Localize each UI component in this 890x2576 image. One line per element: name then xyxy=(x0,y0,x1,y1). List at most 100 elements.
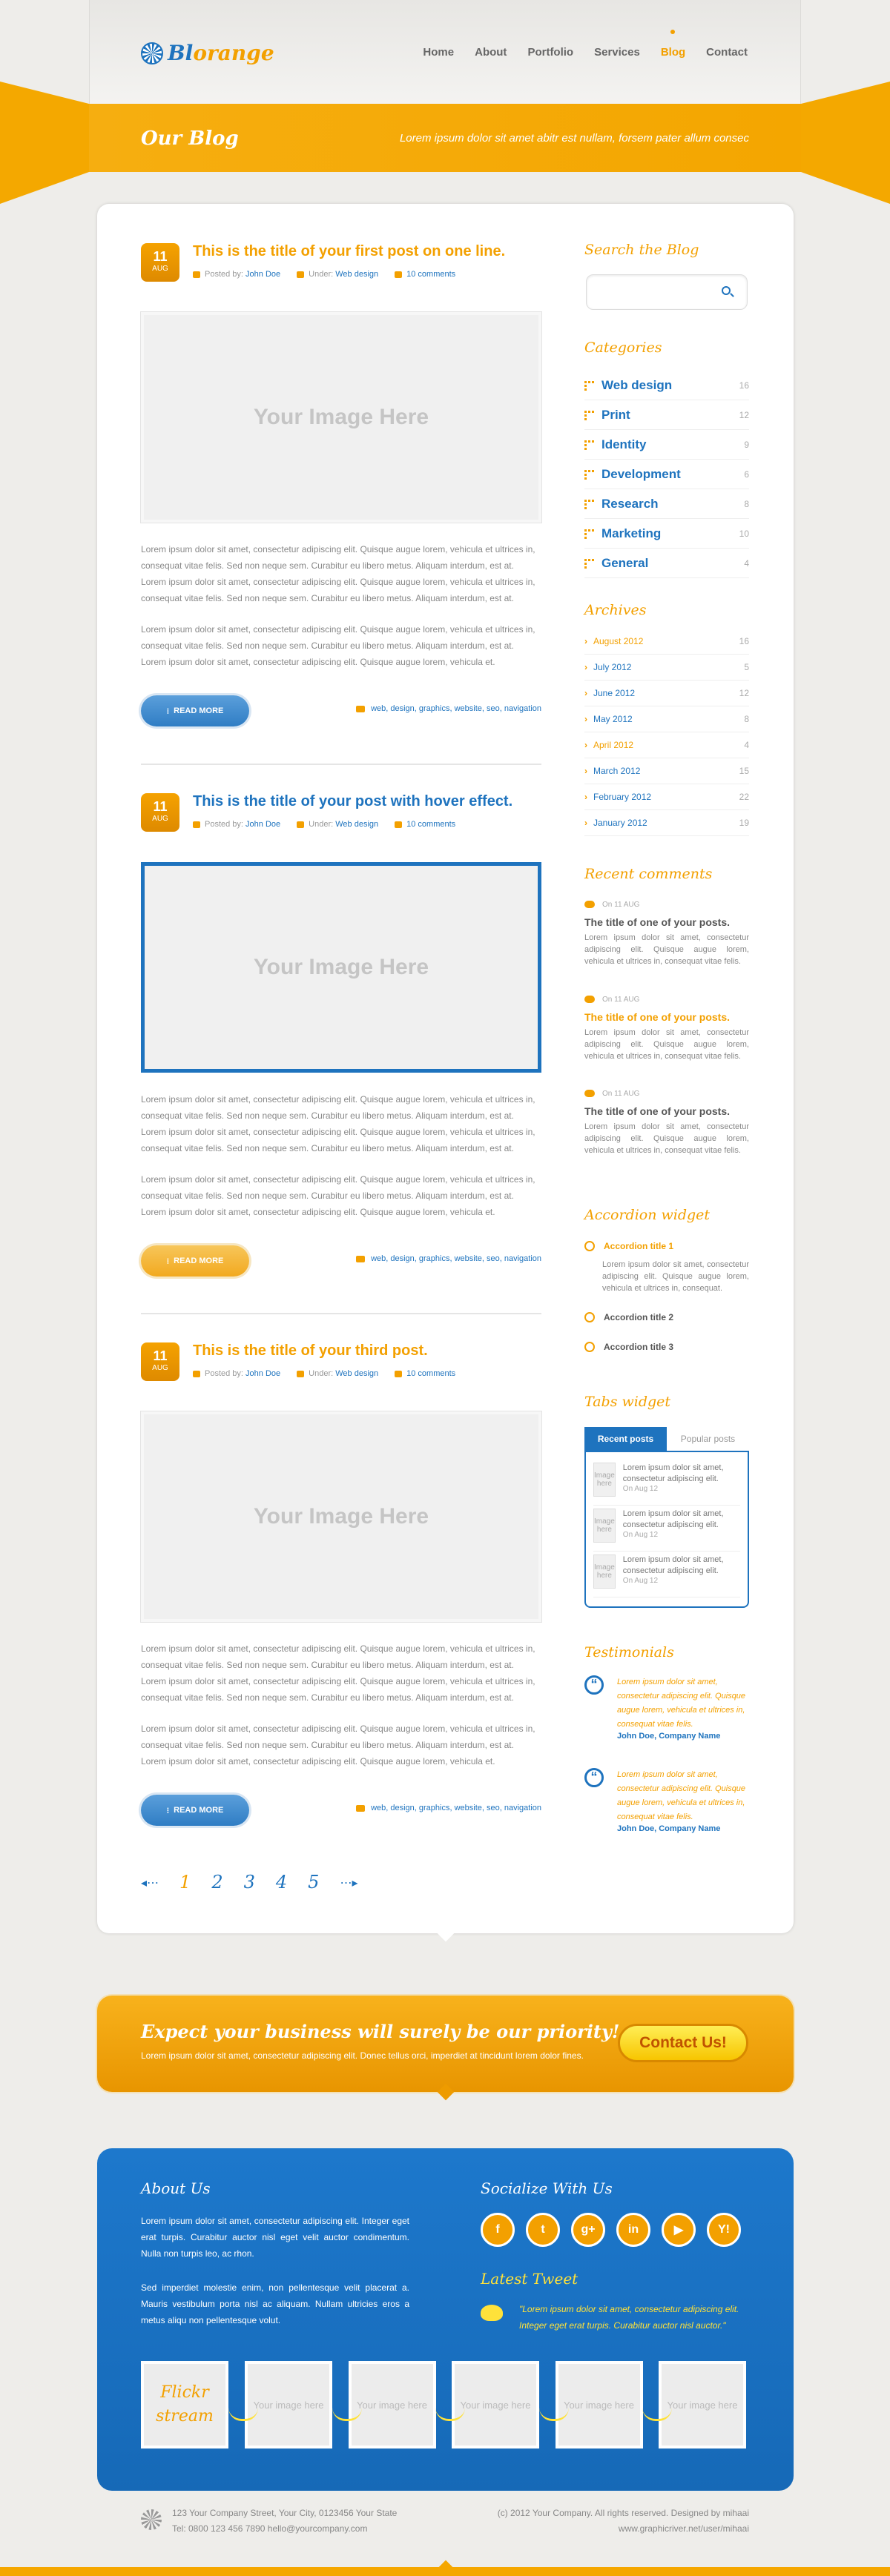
contact-us-button[interactable]: Contact Us! xyxy=(618,2024,748,2062)
credit-link[interactable]: www.graphicriver.net/user/mihaai xyxy=(498,2521,749,2537)
archive-name[interactable]: March 2012 xyxy=(584,766,640,776)
page-2[interactable]: 2 xyxy=(211,1872,222,1893)
nav-services[interactable]: Services xyxy=(594,46,640,59)
tags-text[interactable]: web, design, graphics, website, seo, nav… xyxy=(371,704,541,713)
accordion-item-1[interactable]: Accordion title 1 Lorem ipsum dolor sit … xyxy=(584,1238,749,1294)
flickr-thumb[interactable]: Your image here xyxy=(659,2361,746,2448)
tags-text[interactable]: web, design, graphics, website, seo, nav… xyxy=(371,1804,541,1812)
read-more-button[interactable]: ⁝ READ MORE xyxy=(141,1245,249,1277)
nav-blog[interactable]: Blog xyxy=(661,30,685,59)
post-image[interactable]: Your Image Here xyxy=(140,1411,542,1623)
comments-link[interactable]: 10 comments xyxy=(406,820,455,829)
page-5[interactable]: 5 xyxy=(308,1872,319,1893)
author-link[interactable]: John Doe xyxy=(245,1369,280,1378)
archive-name[interactable]: August 2012 xyxy=(584,636,643,646)
archive-item[interactable]: June 2012 12 xyxy=(584,681,749,706)
post-title[interactable]: This is the title of your third post. xyxy=(193,1342,428,1360)
tweet-text[interactable]: "Lorem ipsum dolor sit amet, consectetur… xyxy=(519,2301,749,2334)
category-name[interactable]: Print xyxy=(584,408,630,423)
tab-popular-posts[interactable]: Popular posts xyxy=(667,1427,749,1451)
archive-name[interactable]: February 2012 xyxy=(584,792,651,802)
category-name[interactable]: Development xyxy=(584,467,681,482)
archive-name[interactable]: April 2012 xyxy=(584,740,633,750)
category-link[interactable]: Web design xyxy=(335,270,378,279)
tab-post-item[interactable]: Image here Lorem ipsum dolor sit amet, co… xyxy=(593,1460,740,1506)
category-name[interactable]: Marketing xyxy=(584,526,661,541)
post-title[interactable]: This is the title of your first post on … xyxy=(193,243,505,260)
archive-name[interactable]: January 2012 xyxy=(584,818,647,828)
social-title: Socialize With Us xyxy=(481,2179,613,2197)
category-name[interactable]: General xyxy=(584,556,648,571)
twitter-icon[interactable]: t xyxy=(526,2213,560,2247)
next-arrow-icon[interactable]: ⋯▸ xyxy=(340,1875,357,1890)
under-label: Under: xyxy=(309,820,334,829)
archive-item[interactable]: May 2012 8 xyxy=(584,706,749,732)
comment-title[interactable]: The title of one of your posts. xyxy=(584,1105,749,1117)
tab-post-item[interactable]: Image here Lorem ipsum dolor sit amet, co… xyxy=(593,1506,740,1552)
category-item[interactable]: General 4 xyxy=(584,549,749,578)
nav-contact[interactable]: Contact xyxy=(706,46,748,59)
archive-item[interactable]: April 2012 4 xyxy=(584,732,749,758)
read-more-button[interactable]: ⁝ READ MORE xyxy=(141,695,249,726)
google-plus-icon[interactable]: g+ xyxy=(571,2213,605,2247)
category-name[interactable]: Research xyxy=(584,497,659,511)
linkedin-icon[interactable]: in xyxy=(616,2213,650,2247)
post-image[interactable]: Your Image Here xyxy=(141,862,541,1073)
category-link[interactable]: Web design xyxy=(335,820,378,829)
accordion-heading[interactable]: Accordion title 1 xyxy=(584,1238,749,1254)
category-item[interactable]: Identity 9 xyxy=(584,430,749,460)
tags-text[interactable]: web, design, graphics, website, seo, nav… xyxy=(371,1254,541,1263)
archive-name[interactable]: July 2012 xyxy=(584,662,631,672)
comment-title[interactable]: The title of one of your posts. xyxy=(584,916,749,928)
accordion-heading[interactable]: Accordion title 2 xyxy=(584,1309,749,1325)
category-item[interactable]: Marketing 10 xyxy=(584,519,749,549)
page-4[interactable]: 4 xyxy=(276,1872,287,1893)
post-title[interactable]: This is the title of your post with hove… xyxy=(193,793,512,810)
archive-item[interactable]: July 2012 5 xyxy=(584,655,749,681)
flickr-thumb[interactable]: Your image here xyxy=(245,2361,332,2448)
category-name[interactable]: Web design xyxy=(584,378,672,393)
search-input[interactable] xyxy=(586,274,748,310)
facebook-icon[interactable]: f xyxy=(481,2213,515,2247)
archive-name[interactable]: May 2012 xyxy=(584,714,633,724)
page-1[interactable]: 1 xyxy=(179,1872,191,1893)
category-item[interactable]: Research 8 xyxy=(584,489,749,519)
comments-link[interactable]: 10 comments xyxy=(406,270,455,279)
read-more-button[interactable]: ⁝ READ MORE xyxy=(141,1795,249,1826)
nav-about[interactable]: About xyxy=(475,46,507,59)
accordion-item-2[interactable]: Accordion title 2 xyxy=(584,1309,749,1325)
youtube-icon[interactable]: ▶ xyxy=(662,2213,696,2247)
nav-portfolio[interactable]: Portfolio xyxy=(527,46,573,59)
tab-post-text[interactable]: Lorem ipsum dolor sit amet, consectetur … xyxy=(623,1554,740,1577)
archive-item[interactable]: August 2012 16 xyxy=(584,629,749,655)
search-icon[interactable] xyxy=(722,286,731,295)
post-image[interactable]: Your Image Here xyxy=(140,311,542,523)
flickr-thumb[interactable]: Your image here xyxy=(555,2361,643,2448)
category-link[interactable]: Web design xyxy=(335,1369,378,1378)
author-link[interactable]: John Doe xyxy=(245,820,280,829)
tab-recent-posts[interactable]: Recent posts xyxy=(584,1427,667,1451)
nav-home[interactable]: Home xyxy=(423,46,454,59)
flickr-thumb[interactable]: Your image here xyxy=(452,2361,539,2448)
logo[interactable]: Blorange xyxy=(141,41,274,65)
archive-item[interactable]: February 2012 22 xyxy=(584,784,749,810)
accordion-heading[interactable]: Accordion title 3 xyxy=(584,1339,749,1355)
tab-post-text[interactable]: Lorem ipsum dolor sit amet, consectetur … xyxy=(623,1463,740,1485)
category-item[interactable]: Web design 16 xyxy=(584,371,749,400)
prev-arrow-icon[interactable]: ◂⋯ xyxy=(141,1875,159,1890)
author-link[interactable]: John Doe xyxy=(245,270,280,279)
flickr-thumb[interactable]: Your image here xyxy=(348,2361,436,2448)
tab-post-item[interactable]: Image here Lorem ipsum dolor sit amet, co… xyxy=(593,1552,740,1597)
tab-post-text[interactable]: Lorem ipsum dolor sit amet, consectetur … xyxy=(623,1509,740,1531)
accordion-item-3[interactable]: Accordion title 3 xyxy=(584,1339,749,1355)
category-item[interactable]: Development 6 xyxy=(584,460,749,489)
archive-item[interactable]: January 2012 19 xyxy=(584,810,749,836)
comment-title[interactable]: The title of one of your posts. xyxy=(584,1011,749,1023)
archive-name[interactable]: June 2012 xyxy=(584,688,635,698)
page-3[interactable]: 3 xyxy=(244,1872,255,1893)
archive-item[interactable]: March 2012 15 xyxy=(584,758,749,784)
category-item[interactable]: Print 12 xyxy=(584,400,749,430)
yahoo-icon[interactable]: Y! xyxy=(707,2213,741,2247)
category-name[interactable]: Identity xyxy=(584,437,646,452)
comments-link[interactable]: 10 comments xyxy=(406,1369,455,1378)
